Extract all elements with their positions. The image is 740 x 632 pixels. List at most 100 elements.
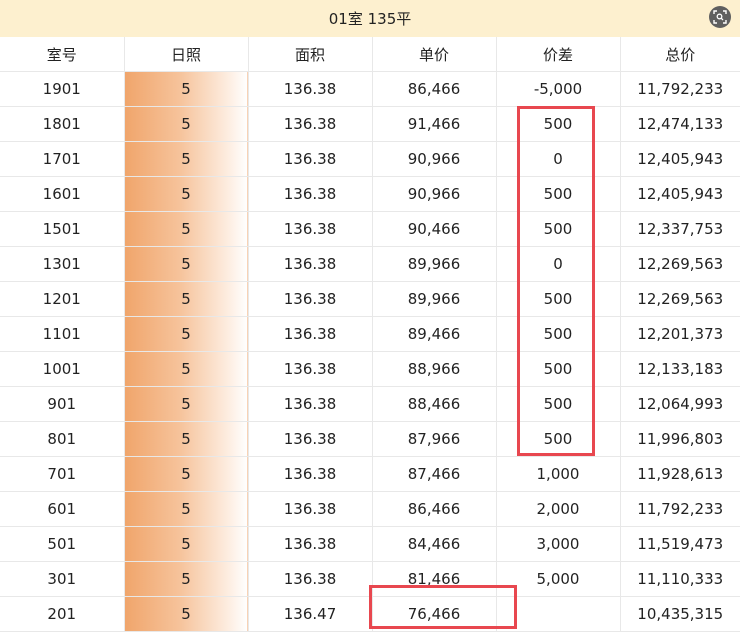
cell-price-diff: 500 — [496, 281, 621, 317]
table-row: 1701 5 136.38 90,966 0 12,405,943 — [0, 141, 740, 177]
cell-unit-price: 90,966 — [372, 176, 497, 212]
cell-total: 12,064,993 — [620, 386, 740, 422]
price-table-panel: 01室 135平 室号 日照 面积 单价 价差 总价 1901 5 136.38 86… — [0, 0, 740, 632]
page-title: 01室 135平 — [328, 10, 412, 28]
cell-sunlight: 5 — [124, 561, 249, 597]
cell-sunlight: 5 — [124, 246, 249, 282]
cell-price-diff: 500 — [496, 211, 621, 247]
scan-button[interactable] — [709, 6, 731, 28]
cell-room: 201 — [0, 596, 125, 632]
cell-unit-price: 81,466 — [372, 561, 497, 597]
cell-area: 136.38 — [247, 316, 373, 352]
cell-unit-price: 89,966 — [372, 281, 497, 317]
cell-room: 1101 — [0, 316, 125, 352]
cell-room: 901 — [0, 386, 125, 422]
table-row: 701 5 136.38 87,466 1,000 11,928,613 — [0, 456, 740, 492]
cell-area: 136.47 — [247, 596, 373, 632]
cell-sunlight: 5 — [124, 351, 249, 387]
cell-sunlight: 5 — [124, 596, 249, 632]
cell-total: 11,792,233 — [620, 491, 740, 527]
price-table: 室号 日照 面积 单价 价差 总价 1901 5 136.38 86,466 -5,00… — [0, 37, 740, 632]
cell-total: 11,928,613 — [620, 456, 740, 492]
table-row: 1001 5 136.38 88,966 500 12,133,183 — [0, 351, 740, 387]
col-header-sunlight: 日照 — [124, 37, 249, 72]
cell-price-diff: 500 — [496, 106, 621, 142]
table-row: 1901 5 136.38 86,466 -5,000 11,792,233 — [0, 71, 740, 107]
cell-room: 1701 — [0, 141, 125, 177]
cell-area: 136.38 — [247, 246, 373, 282]
cell-sunlight: 5 — [124, 106, 249, 142]
cell-total: 12,405,943 — [620, 176, 740, 212]
cell-total: 12,133,183 — [620, 351, 740, 387]
table-row: 501 5 136.38 84,466 3,000 11,519,473 — [0, 526, 740, 562]
cell-sunlight: 5 — [124, 176, 249, 212]
cell-total: 12,474,133 — [620, 106, 740, 142]
cell-price-diff: 500 — [496, 421, 621, 457]
cell-unit-price: 88,466 — [372, 386, 497, 422]
table-row: 601 5 136.38 86,466 2,000 11,792,233 — [0, 491, 740, 527]
cell-sunlight: 5 — [124, 71, 249, 107]
cell-price-diff: 0 — [496, 141, 621, 177]
cell-sunlight: 5 — [124, 526, 249, 562]
table-row: 1101 5 136.38 89,466 500 12,201,373 — [0, 316, 740, 352]
cell-area: 136.38 — [247, 386, 373, 422]
cell-total: 11,110,333 — [620, 561, 740, 597]
cell-sunlight: 5 — [124, 211, 249, 247]
cell-sunlight: 5 — [124, 281, 249, 317]
cell-area: 136.38 — [247, 421, 373, 457]
cell-area: 136.38 — [247, 281, 373, 317]
cell-unit-price: 88,966 — [372, 351, 497, 387]
cell-total: 12,405,943 — [620, 141, 740, 177]
cell-price-diff: 1,000 — [496, 456, 621, 492]
cell-price-diff: 500 — [496, 351, 621, 387]
cell-total: 12,269,563 — [620, 246, 740, 282]
col-header-unit-price: 单价 — [372, 37, 497, 72]
cell-area: 136.38 — [247, 211, 373, 247]
cell-sunlight: 5 — [124, 421, 249, 457]
cell-area: 136.38 — [247, 106, 373, 142]
col-header-room: 室号 — [0, 37, 125, 72]
cell-unit-price: 89,466 — [372, 316, 497, 352]
scan-icon — [713, 10, 727, 24]
cell-unit-price: 90,966 — [372, 141, 497, 177]
table-row: 801 5 136.38 87,966 500 11,996,803 — [0, 421, 740, 457]
cell-unit-price: 87,966 — [372, 421, 497, 457]
header-bar: 01室 135平 — [0, 0, 740, 37]
cell-unit-price: 84,466 — [372, 526, 497, 562]
cell-price-diff: 500 — [496, 176, 621, 212]
table-row: 1301 5 136.38 89,966 0 12,269,563 — [0, 246, 740, 282]
cell-total: 12,269,563 — [620, 281, 740, 317]
cell-room: 801 — [0, 421, 125, 457]
cell-area: 136.38 — [247, 491, 373, 527]
table-row: 201 5 136.47 76,466 10,435,315 — [0, 596, 740, 632]
cell-price-diff: 3,000 — [496, 526, 621, 562]
table-row: 1501 5 136.38 90,466 500 12,337,753 — [0, 211, 740, 247]
cell-room: 301 — [0, 561, 125, 597]
table-body: 1901 5 136.38 86,466 -5,000 11,792,233 1801 5 13… — [0, 71, 740, 632]
cell-room: 1301 — [0, 246, 125, 282]
cell-price-diff: 2,000 — [496, 491, 621, 527]
table-row: 1601 5 136.38 90,966 500 12,405,943 — [0, 176, 740, 212]
cell-total: 11,792,233 — [620, 71, 740, 107]
cell-area: 136.38 — [247, 526, 373, 562]
cell-sunlight: 5 — [124, 456, 249, 492]
table-row: 901 5 136.38 88,466 500 12,064,993 — [0, 386, 740, 422]
table-row: 301 5 136.38 81,466 5,000 11,110,333 — [0, 561, 740, 597]
cell-unit-price: 86,466 — [372, 491, 497, 527]
cell-price-diff — [496, 596, 621, 632]
col-header-price-diff: 价差 — [496, 37, 621, 72]
cell-room: 601 — [0, 491, 125, 527]
cell-price-diff: 0 — [496, 246, 621, 282]
table-header-row: 室号 日照 面积 单价 价差 总价 — [0, 37, 740, 72]
cell-total: 10,435,315 — [620, 596, 740, 632]
cell-area: 136.38 — [247, 456, 373, 492]
cell-total: 12,337,753 — [620, 211, 740, 247]
cell-sunlight: 5 — [124, 491, 249, 527]
col-header-total: 总价 — [620, 37, 740, 72]
cell-price-diff: 500 — [496, 316, 621, 352]
cell-price-diff: -5,000 — [496, 71, 621, 107]
cell-unit-price: 76,466 — [372, 596, 497, 632]
cell-sunlight: 5 — [124, 316, 249, 352]
cell-room: 1201 — [0, 281, 125, 317]
cell-room: 1801 — [0, 106, 125, 142]
